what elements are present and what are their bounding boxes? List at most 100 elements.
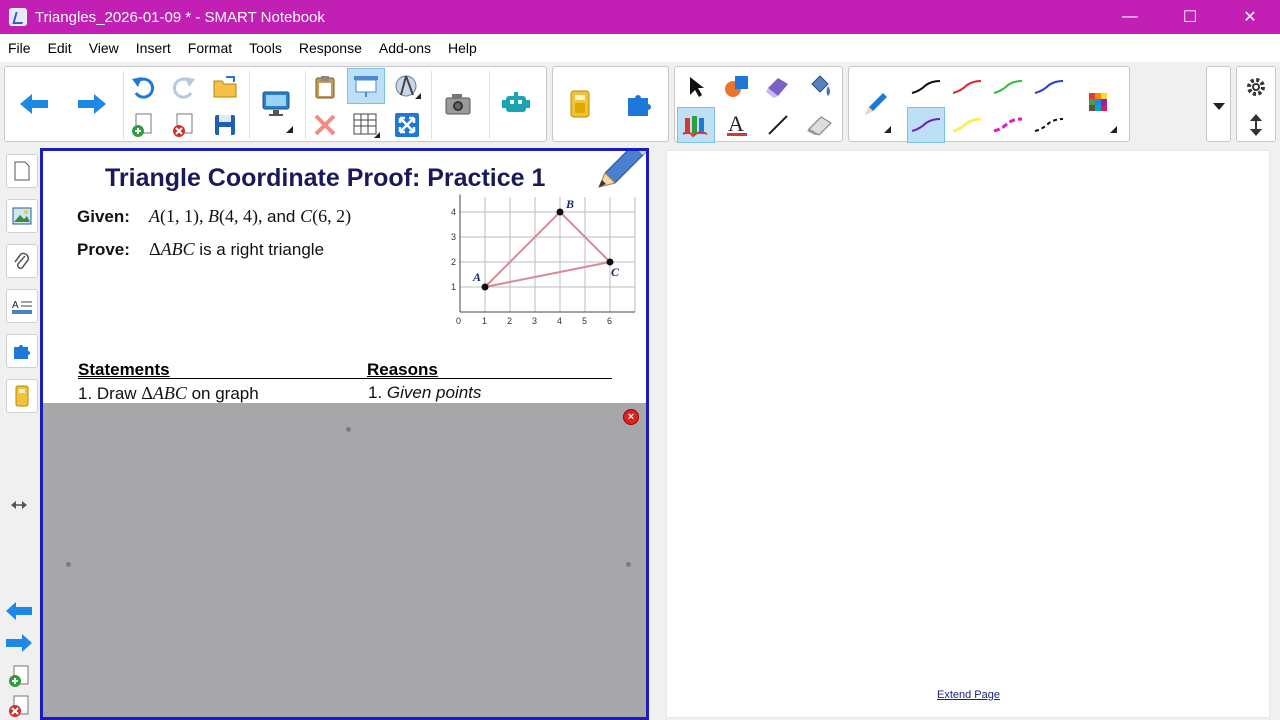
undo-button[interactable] — [124, 69, 162, 105]
menu-help[interactable]: Help — [448, 40, 477, 56]
coordinate-graph: 0 1 2 3 4 5 6 1 2 3 4 A B C — [451, 194, 636, 326]
sidebar-delete-page-button[interactable] — [8, 694, 32, 720]
shade-handle-top[interactable] — [346, 427, 351, 432]
delete-button[interactable] — [306, 107, 344, 143]
customize-toolbar-button[interactable] — [1237, 69, 1275, 105]
add-page-icon — [9, 665, 29, 687]
select-tool-button[interactable] — [677, 69, 715, 105]
redo-button[interactable] — [165, 69, 203, 105]
pen-cursor-icon — [598, 151, 646, 188]
eraser-icon — [807, 116, 832, 136]
clipboard-icon — [315, 76, 335, 99]
toolbar-group-addons — [552, 66, 669, 142]
pen-style-red[interactable] — [948, 69, 986, 105]
side-panel: A — [0, 146, 40, 720]
resize-panel-handle[interactable] — [10, 498, 28, 516]
close-shade-button[interactable]: × — [623, 409, 639, 425]
fill-tool-button[interactable] — [800, 69, 838, 105]
menu-insert[interactable]: Insert — [136, 40, 171, 56]
addons-button[interactable] — [619, 67, 657, 141]
shapes-icon — [725, 76, 748, 97]
menu-addons[interactable]: Add-ons — [379, 40, 431, 56]
pens-tool-button[interactable] — [677, 107, 715, 143]
pen-style-black-dashed[interactable] — [1030, 107, 1068, 143]
response-button[interactable] — [561, 67, 599, 141]
save-button[interactable] — [206, 107, 244, 143]
toolbar-more-dropdown[interactable] — [1206, 66, 1231, 142]
screen-shade-icon — [354, 76, 378, 97]
measurement-tools-button[interactable] — [388, 69, 426, 105]
color-palette-button[interactable] — [1081, 67, 1119, 141]
shapes-tool-button[interactable] — [718, 69, 756, 105]
addons-tab[interactable] — [6, 334, 38, 368]
page-sorter-tab[interactable] — [6, 154, 38, 188]
shade-handle-left[interactable] — [66, 562, 71, 567]
svg-text:A: A — [12, 300, 19, 311]
display-button[interactable] — [257, 67, 295, 141]
menu-edit[interactable]: Edit — [48, 40, 72, 56]
page-icon — [14, 161, 30, 181]
maximize-button[interactable]: ☐ — [1160, 0, 1220, 34]
pen-style-magenta-dashed[interactable] — [989, 107, 1027, 143]
x-tick-label: 6 — [607, 316, 612, 326]
response-tab[interactable] — [6, 379, 38, 413]
sidebar-add-page-button[interactable] — [8, 664, 32, 693]
smart-notebook-window: Triangles_2026-01-09 * - SMART Notebook … — [0, 0, 1280, 720]
menu-view[interactable]: View — [89, 40, 119, 56]
lesson-activity-builder-button[interactable] — [497, 67, 535, 141]
gallery-tab[interactable] — [6, 199, 38, 233]
previous-page-button[interactable] — [15, 67, 53, 141]
pen-style-black[interactable] — [907, 69, 945, 105]
move-toolbar-button[interactable] — [1237, 107, 1275, 143]
properties-tab[interactable]: A — [6, 289, 38, 323]
menu-response[interactable]: Response — [299, 40, 362, 56]
arrow-right-icon — [6, 634, 32, 652]
notebook-page[interactable]: Triangle Coordinate Proof: Practice 1 Gi… — [40, 148, 649, 720]
magic-pen-button[interactable] — [759, 69, 797, 105]
lines-tool-button[interactable] — [759, 107, 797, 143]
text-tool-button[interactable]: A — [718, 107, 756, 143]
menu-file[interactable]: File — [8, 40, 31, 56]
menu-tools[interactable]: Tools — [249, 40, 282, 56]
y-tick-label: 3 — [451, 232, 456, 242]
pen-style-blue[interactable] — [1030, 69, 1068, 105]
screen-capture-button[interactable] — [439, 67, 477, 141]
x-tick-label: 1 — [482, 316, 487, 326]
squiggle-dashed-icon — [1034, 118, 1064, 132]
open-file-button[interactable] — [206, 69, 244, 105]
screen-shade-button[interactable] — [347, 68, 385, 104]
x-tick-label: 3 — [532, 316, 537, 326]
eraser-shape-icon — [766, 78, 788, 98]
response-clicker-icon — [15, 385, 29, 407]
pen-style-green[interactable] — [989, 69, 1027, 105]
arrow-left-icon — [20, 94, 48, 114]
pen-style-yellow-highlighter[interactable] — [948, 107, 986, 143]
camera-icon — [445, 94, 471, 115]
reason-row-1: 1. Given points — [368, 383, 482, 402]
extend-page-link[interactable]: Extend Page — [937, 689, 1000, 701]
table-icon — [353, 113, 380, 138]
minimize-button[interactable]: — — [1100, 0, 1160, 34]
pen-type-button[interactable] — [857, 67, 895, 141]
shade-handle-right[interactable] — [626, 562, 631, 567]
notebook-page-2[interactable]: Extend Page — [666, 150, 1270, 718]
sidebar-previous-page-button[interactable] — [6, 602, 34, 625]
toolbar-settings-group — [1236, 66, 1276, 142]
sidebar-next-page-button[interactable] — [6, 634, 34, 657]
y-tick-label: 1 — [451, 282, 456, 292]
screen-shade[interactable] — [43, 403, 646, 717]
attachments-tab[interactable] — [6, 244, 38, 278]
add-page-button[interactable] — [124, 107, 162, 143]
full-screen-button[interactable] — [388, 107, 426, 143]
pen-style-purple[interactable] — [907, 107, 945, 143]
eraser-tool-button[interactable] — [800, 107, 838, 143]
maximize-icon: ☐ — [1182, 9, 1198, 26]
delete-page-button[interactable] — [165, 107, 203, 143]
close-window-button[interactable]: ✕ — [1220, 0, 1280, 34]
menu-format[interactable]: Format — [188, 40, 232, 56]
paste-button[interactable] — [306, 69, 344, 105]
next-page-button[interactable] — [73, 67, 111, 141]
insert-table-button[interactable] — [347, 107, 385, 143]
point-label-a: A — [472, 270, 481, 284]
toolbar-group-pen-styles — [848, 66, 1130, 143]
